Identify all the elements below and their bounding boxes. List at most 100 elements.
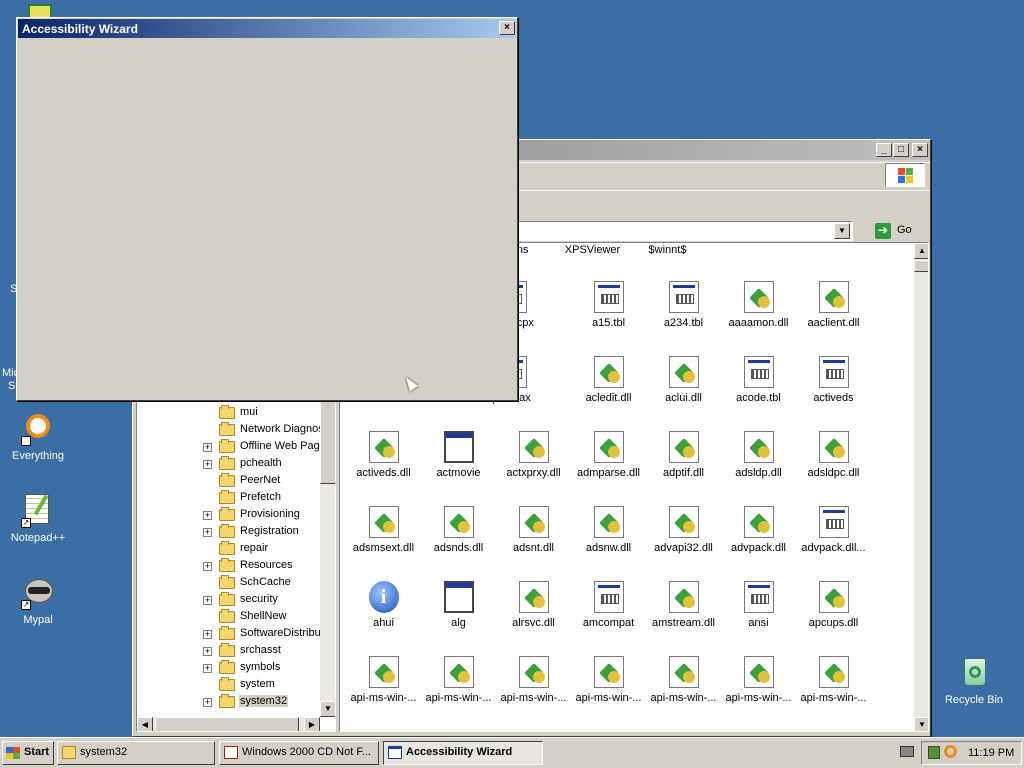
tree-hscroll-thumb[interactable] bbox=[155, 717, 299, 731]
desktop-icon-mypal[interactable]: ↗ Mypal bbox=[0, 576, 76, 627]
desktop-icon-notepadpp[interactable]: ↗ Notepad++ bbox=[0, 494, 76, 545]
expand-icon[interactable]: + bbox=[203, 647, 212, 656]
tree-item[interactable]: + pchealth bbox=[203, 456, 321, 473]
file-item[interactable]: a234.tbl bbox=[646, 281, 721, 329]
tree-item[interactable]: + Resources bbox=[203, 558, 321, 575]
tree-item[interactable]: system bbox=[203, 677, 321, 694]
desktop-icon-recycle-bin[interactable]: Recycle Bin bbox=[936, 656, 1012, 707]
file-item[interactable]: apcups.dll bbox=[796, 581, 871, 629]
tree-item[interactable]: repair bbox=[203, 541, 321, 558]
file-item[interactable]: api-ms-win-... bbox=[646, 656, 721, 704]
tree-scroll-right-icon[interactable]: ▶ bbox=[304, 717, 320, 731]
tree-hscrollbar[interactable]: ◀ ▶ bbox=[137, 717, 320, 731]
file-scroll-down-icon[interactable]: ▼ bbox=[914, 717, 928, 731]
file-item[interactable]: activeds bbox=[796, 356, 871, 404]
expand-icon[interactable]: + bbox=[203, 443, 212, 452]
desktop-icon-everything[interactable]: ↗ Everything bbox=[0, 412, 76, 463]
tree-item[interactable]: + symbols bbox=[203, 660, 321, 677]
task-system32[interactable]: system32 bbox=[57, 741, 215, 765]
everything-tray-icon[interactable] bbox=[944, 745, 957, 758]
maximize-button[interactable]: □ bbox=[893, 143, 909, 157]
tree-scroll-down-icon[interactable]: ▼ bbox=[320, 701, 335, 717]
file-item[interactable]: i ahui bbox=[346, 581, 421, 629]
expand-icon[interactable]: + bbox=[203, 630, 212, 639]
file-item[interactable]: api-ms-win-... bbox=[796, 656, 871, 704]
tree-item[interactable]: + system32 bbox=[203, 694, 321, 711]
file-item[interactable]: advpack.dll... bbox=[796, 506, 871, 554]
file-item[interactable]: advapi32.dll bbox=[646, 506, 721, 554]
dll-file-icon bbox=[668, 506, 699, 538]
file-item[interactable]: adptif.dll bbox=[646, 431, 721, 479]
keyboard-icon[interactable] bbox=[900, 746, 914, 757]
tree-item[interactable]: + Provisioning bbox=[203, 507, 321, 524]
tree-item[interactable]: Prefetch bbox=[203, 490, 321, 507]
tree-item[interactable]: PeerNet bbox=[203, 473, 321, 490]
file-item[interactable]: a15.tbl bbox=[571, 281, 646, 329]
expand-icon[interactable]: + bbox=[203, 511, 212, 520]
address-input[interactable]: ▼ bbox=[517, 221, 853, 241]
file-item[interactable]: api-ms-win-... bbox=[346, 656, 421, 704]
file-item[interactable]: adsnds.dll bbox=[421, 506, 496, 554]
folder-tree[interactable]: mui Network Diagnos + Offline Web Page + pche… bbox=[136, 395, 336, 732]
start-button[interactable]: Start bbox=[2, 741, 54, 765]
accessibility-wizard-window[interactable]: Accessibility Wizard × bbox=[16, 17, 518, 401]
tree-item[interactable]: + Registration bbox=[203, 524, 321, 541]
tree-vscrollbar[interactable]: ▼ bbox=[320, 396, 335, 717]
file-item[interactable]: api-ms-win-... bbox=[421, 656, 496, 704]
expand-icon[interactable]: + bbox=[203, 698, 212, 707]
file-item[interactable]: admparse.dll bbox=[571, 431, 646, 479]
wizard-close-button[interactable]: × bbox=[499, 21, 515, 35]
file-item[interactable]: api-ms-win-... bbox=[496, 656, 571, 704]
expand-icon[interactable]: + bbox=[203, 596, 212, 605]
file-scroll-up-icon[interactable]: ▲ bbox=[914, 243, 928, 259]
file-item[interactable]: adsldpc.dll bbox=[796, 431, 871, 479]
file-item[interactable]: advpack.dll bbox=[721, 506, 796, 554]
file-item[interactable]: adsmsext.dll bbox=[346, 506, 421, 554]
file-item[interactable]: actxprxy.dll bbox=[496, 431, 571, 479]
file-item[interactable]: acode.tbl bbox=[721, 356, 796, 404]
file-item[interactable]: aaclient.dll bbox=[796, 281, 871, 329]
expand-icon[interactable]: + bbox=[203, 562, 212, 571]
chevron-down-icon[interactable]: ▼ bbox=[834, 223, 850, 239]
tree-item[interactable]: + srchasst bbox=[203, 643, 321, 660]
file-item[interactable]: alrsvc.dll bbox=[496, 581, 571, 629]
file-item[interactable]: amstream.dll bbox=[646, 581, 721, 629]
minimize-button[interactable]: _ bbox=[876, 143, 892, 157]
file-vscrollbar[interactable]: ▲ ▼ bbox=[914, 243, 928, 731]
expand-icon[interactable]: + bbox=[203, 664, 212, 673]
wizard-title-bar[interactable]: Accessibility Wizard × bbox=[18, 19, 516, 38]
expand-icon[interactable]: + bbox=[203, 460, 212, 469]
file-item[interactable]: amcompat bbox=[571, 581, 646, 629]
file-item[interactable]: actmovie bbox=[421, 431, 496, 479]
tree-item[interactable]: Network Diagnos bbox=[203, 422, 324, 439]
tree-item[interactable]: mui bbox=[203, 405, 321, 422]
close-button[interactable]: × bbox=[912, 143, 928, 157]
tree-item[interactable]: + Offline Web Page bbox=[203, 439, 326, 456]
file-item[interactable]: aaaamon.dll bbox=[721, 281, 796, 329]
file-item[interactable]: aclui.dll bbox=[646, 356, 721, 404]
file-name: api-ms-win-... bbox=[500, 692, 567, 704]
go-arrow-icon: ➔ bbox=[875, 223, 891, 239]
expand-icon[interactable]: + bbox=[203, 528, 212, 537]
file-item[interactable]: api-ms-win-... bbox=[571, 656, 646, 704]
file-item[interactable]: activeds.dll bbox=[346, 431, 421, 479]
task-windows-2000-cd[interactable]: Windows 2000 CD Not F... bbox=[219, 741, 379, 765]
go-button[interactable]: ➔ Go bbox=[873, 221, 925, 241]
file-item[interactable]: ansi bbox=[721, 581, 796, 629]
file-scroll-thumb[interactable] bbox=[914, 260, 928, 272]
tree-item[interactable]: + security bbox=[203, 592, 321, 609]
file-item[interactable]: adsldp.dll bbox=[721, 431, 796, 479]
network-icon[interactable] bbox=[928, 746, 940, 759]
file-item[interactable]: adsnw.dll bbox=[571, 506, 646, 554]
tree-item[interactable]: + SoftwareDistribu bbox=[203, 626, 321, 643]
file-item[interactable]: acledit.dll bbox=[571, 356, 646, 404]
tree-item[interactable]: SchCache bbox=[203, 575, 321, 592]
task-accessibility-wizard[interactable]: Accessibility Wizard bbox=[383, 741, 543, 765]
file-item[interactable]: alg bbox=[421, 581, 496, 629]
tree-scroll-left-icon[interactable]: ◀ bbox=[137, 717, 153, 731]
file-name: acode.tbl bbox=[736, 392, 781, 404]
tree-scroll-thumb[interactable] bbox=[320, 396, 335, 484]
file-item[interactable]: api-ms-win-... bbox=[721, 656, 796, 704]
file-item[interactable]: adsnt.dll bbox=[496, 506, 571, 554]
tree-item[interactable]: ShellNew bbox=[203, 609, 321, 626]
